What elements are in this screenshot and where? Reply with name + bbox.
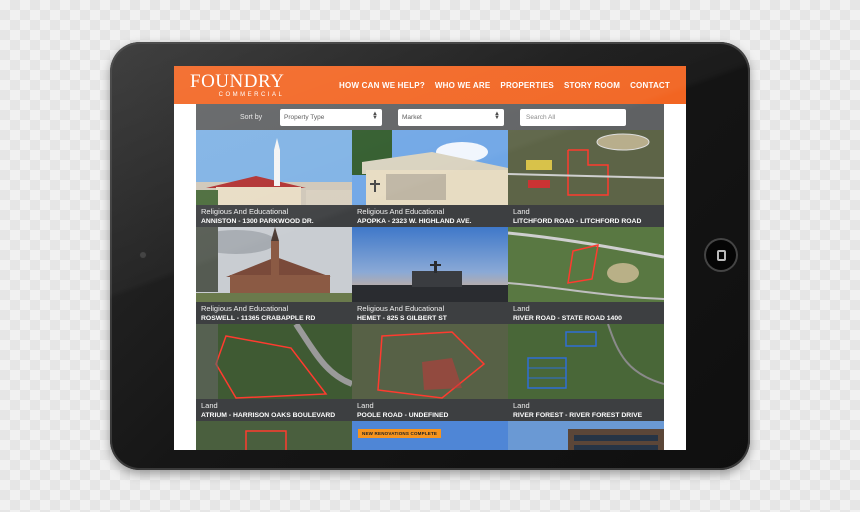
property-caption: Religious And Educational APOPKA - 2323 … [352,205,508,227]
property-card[interactable]: NEW RENOVATIONS COMPLETE [352,421,508,450]
property-caption: Religious And Educational HEMET - 825 S … [352,302,508,324]
property-photo-aerial [508,130,664,205]
property-caption: Land ATRIUM - HARRISON OAKS BOULEVARD [196,399,352,421]
property-card[interactable]: Land RIVER FOREST - RIVER FOREST DRIVE [508,324,664,421]
screen: FOUNDRY COMMERCIAL HOW CAN WE HELP? WHO … [174,66,686,450]
property-address: ATRIUM - HARRISON OAKS BOULEVARD [201,412,336,419]
property-card[interactable]: Land POOLE ROAD - UNDEFINED [352,324,508,421]
search-input[interactable]: Search All [520,108,626,126]
filter-bar: Sort by Property Type ▲ ▼ Market ▲ ▼ Searc… [196,104,664,130]
nav-who-we-are[interactable]: WHO WE ARE [435,81,490,90]
property-card[interactable] [508,421,664,450]
nav-story-room[interactable]: STORY ROOM [564,81,620,90]
property-card[interactable]: Religious And Educational ROSWELL - 1136… [196,227,352,324]
property-type-value: Property Type [284,113,325,121]
brand-logo[interactable]: FOUNDRY COMMERCIAL [190,72,284,98]
property-address: RIVER FOREST - RIVER FOREST DRIVE [513,412,643,419]
property-category: Land [513,401,530,410]
property-photo-aerial [196,421,352,450]
property-category: Religious And Educational [357,207,445,216]
property-photo-office [508,421,664,450]
property-category: Land [357,401,374,410]
property-photo-aerial [508,227,664,302]
property-caption: Land LITCHFORD ROAD - LITCHFORD ROAD [508,205,664,227]
property-address: ANNISTON - 1300 PARKWOOD DR. [201,218,314,225]
property-caption: Land POOLE ROAD - UNDEFINED [352,399,508,421]
site-header: FOUNDRY COMMERCIAL HOW CAN WE HELP? WHO … [174,66,686,104]
property-photo-aerial [196,324,352,399]
property-category: Religious And Educational [201,207,289,216]
property-address: RIVER ROAD - STATE ROAD 1400 [513,315,622,322]
property-address: HEMET - 825 S GILBERT ST [357,315,447,322]
property-caption: Land RIVER ROAD - STATE ROAD 1400 [508,302,664,324]
property-card[interactable] [196,421,352,450]
property-card[interactable]: Religious And Educational HEMET - 825 S … [352,227,508,324]
property-photo-church [196,227,352,302]
property-card[interactable]: Land RIVER ROAD - STATE ROAD 1400 [508,227,664,324]
property-caption: Land RIVER FOREST - RIVER FOREST DRIVE [508,399,664,421]
property-address: APOPKA - 2323 W. HIGHLAND AVE. [357,218,472,225]
market-value: Market [402,113,422,121]
nav-properties[interactable]: PROPERTIES [500,81,554,90]
property-photo-building [352,227,508,302]
property-address: ROSWELL - 11365 CRABAPPLE RD [201,315,316,322]
property-card[interactable]: Religious And Educational APOPKA - 2323 … [352,130,508,227]
main-nav: HOW CAN WE HELP? WHO WE ARE PROPERTIES S… [339,81,670,90]
property-caption: Religious And Educational ROSWELL - 1136… [196,302,352,324]
property-photo-aerial [352,324,508,399]
property-card[interactable]: Land LITCHFORD ROAD - LITCHFORD ROAD [508,130,664,227]
brand-name: FOUNDRY [190,71,285,92]
sort-label: Sort by [240,113,263,121]
brand-subtitle: COMMERCIAL [218,92,285,98]
nav-contact[interactable]: CONTACT [630,81,670,90]
property-category: Land [513,304,530,313]
property-category: Religious And Educational [357,304,445,313]
search-placeholder: Search All [526,113,556,121]
home-button[interactable] [706,240,736,270]
camera-icon [140,252,146,258]
renovation-badge: NEW RENOVATIONS COMPLETE [358,429,442,438]
home-square-icon [716,249,726,261]
property-caption: Religious And Educational ANNISTON - 130… [196,205,352,227]
property-address: POOLE ROAD - UNDEFINED [357,412,449,419]
property-type-select[interactable]: Property Type ▲ ▼ [280,108,382,126]
select-arrows-icon: ▲ ▼ [494,111,500,121]
property-photo-church [196,130,352,205]
property-card[interactable]: Religious And Educational ANNISTON - 130… [196,130,352,227]
property-grid: Religious And Educational ANNISTON - 130… [196,130,664,450]
nav-how-can-we-help[interactable]: HOW CAN WE HELP? [339,81,425,90]
property-photo-aerial [508,324,664,399]
property-address: LITCHFORD ROAD - LITCHFORD ROAD [513,218,642,225]
property-card[interactable]: Land ATRIUM - HARRISON OAKS BOULEVARD [196,324,352,421]
property-category: Land [513,207,530,216]
property-category: Land [201,401,218,410]
tablet-frame: FOUNDRY COMMERCIAL HOW CAN WE HELP? WHO … [110,42,750,470]
property-photo-building [352,130,508,205]
select-arrows-icon: ▲ ▼ [372,111,378,121]
market-select[interactable]: Market ▲ ▼ [398,108,504,126]
property-category: Religious And Educational [201,304,289,313]
